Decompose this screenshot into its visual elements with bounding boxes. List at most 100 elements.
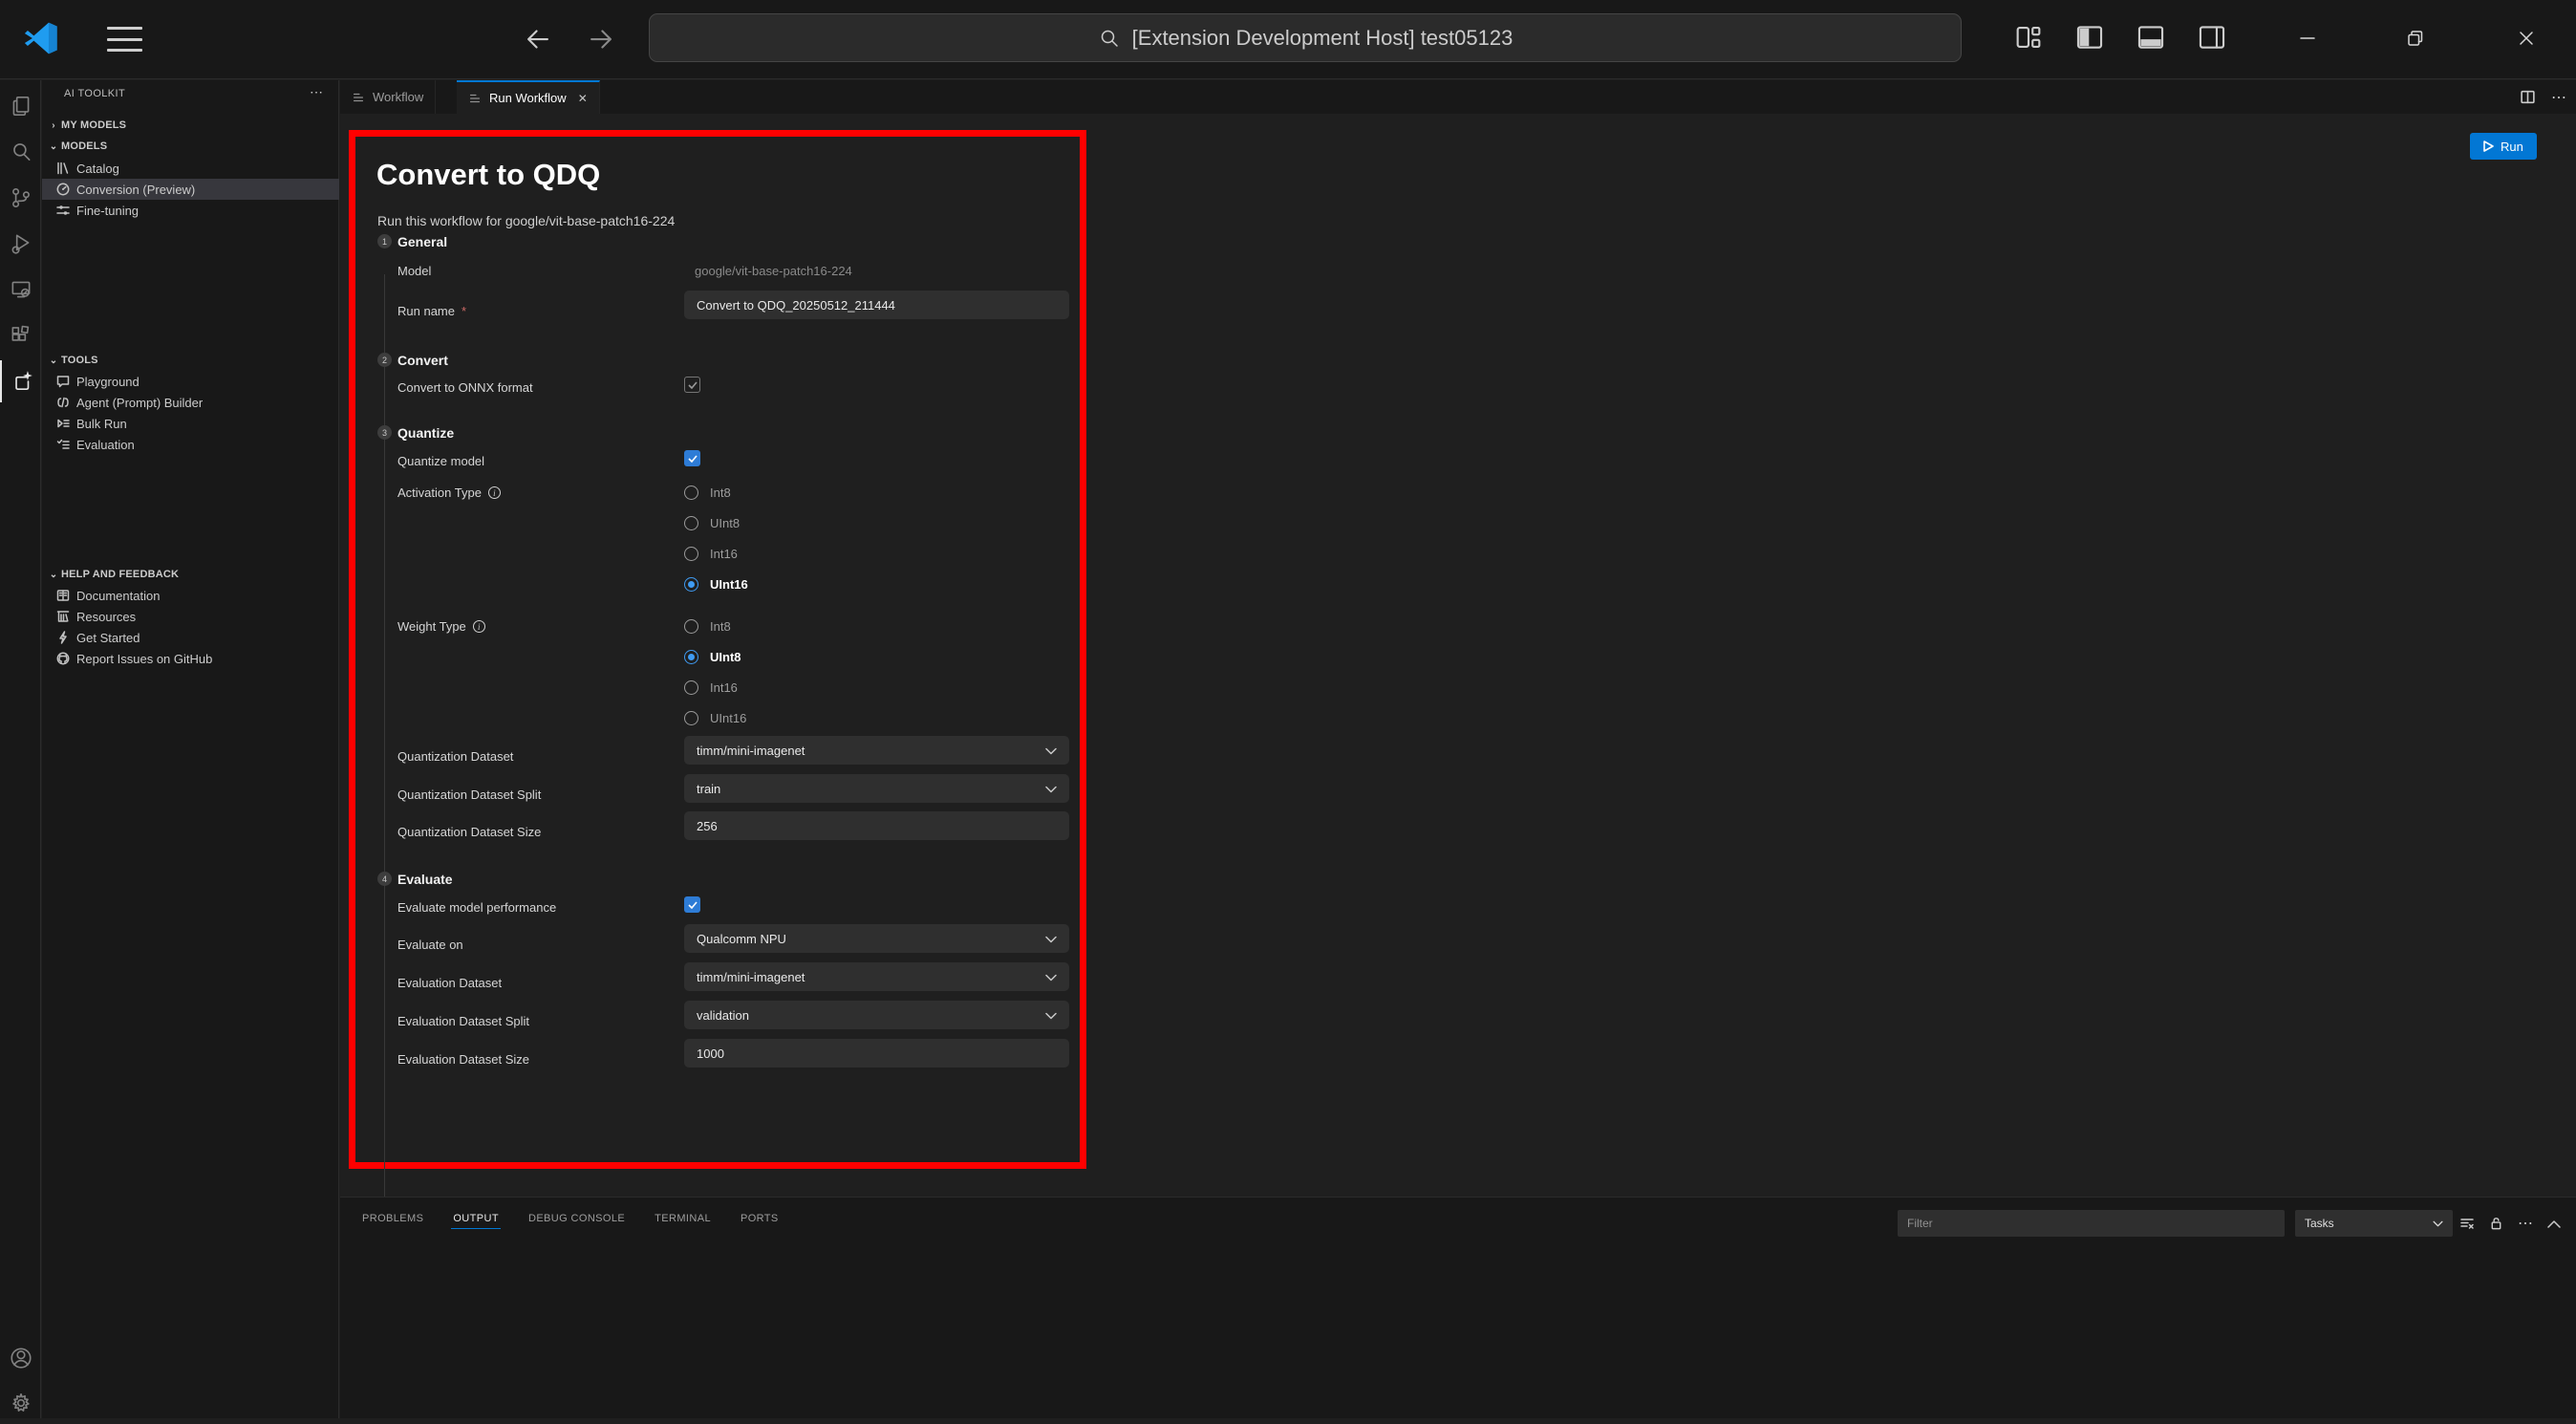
lock-icon[interactable] — [2489, 1216, 2503, 1231]
sidebar-item-evaluation[interactable]: Evaluation — [42, 434, 339, 455]
evaluation-split-select[interactable]: validation — [684, 1001, 1069, 1029]
convert-onnx-label: Convert to ONNX format — [397, 380, 533, 395]
section-tools[interactable]: ⌄ TOOLS — [42, 350, 339, 371]
remote-explorer-icon[interactable] — [0, 269, 41, 311]
chevron-down-icon — [1045, 932, 1057, 946]
back-arrow-icon[interactable] — [522, 23, 554, 55]
evaluate-on-select[interactable]: Qualcomm NPU — [684, 924, 1069, 953]
menu-icon[interactable] — [107, 27, 142, 52]
evaluation-size-input[interactable] — [684, 1039, 1069, 1068]
customize-layout-icon[interactable] — [2012, 21, 2045, 54]
output-filter-input[interactable] — [1898, 1210, 2285, 1237]
weight-option-uint8[interactable]: UInt8 — [684, 650, 741, 664]
tab-workflow[interactable]: Workflow — [340, 80, 436, 114]
editor-content: Run Convert to QDQ Run this workflow for… — [340, 114, 2576, 1197]
weight-option-int8[interactable]: Int8 — [684, 619, 731, 634]
run-debug-icon[interactable] — [0, 223, 41, 265]
info-icon[interactable]: i — [488, 486, 501, 499]
sidebar-item-bulk-run[interactable]: Bulk Run — [42, 413, 339, 434]
code-icon — [55, 395, 71, 410]
quantize-model-checkbox[interactable] — [684, 450, 700, 466]
panel-tab-output[interactable]: OUTPUT — [451, 1209, 501, 1229]
stepper-line — [384, 274, 385, 1230]
vscode-logo — [23, 20, 59, 56]
bottom-panel: PROBLEMS OUTPUT DEBUG CONSOLE TERMINAL P… — [340, 1197, 2576, 1418]
command-center-search[interactable]: [Extension Development Host] test05123 — [649, 13, 1962, 62]
sidebar-item-report-issues[interactable]: Report Issues on GitHub — [42, 648, 339, 669]
close-window-button[interactable] — [2483, 0, 2569, 76]
toggle-panel-icon[interactable] — [2135, 21, 2167, 54]
forward-arrow-icon[interactable] — [585, 23, 617, 55]
sidebar-item-fine-tuning[interactable]: Fine-tuning — [42, 200, 339, 221]
search-view-icon[interactable] — [0, 131, 41, 173]
tab-run-workflow[interactable]: Run Workflow ✕ — [457, 80, 600, 114]
quantization-dataset-select[interactable]: timm/mini-imagenet — [684, 736, 1069, 765]
run-all-icon — [55, 416, 71, 431]
section-my-models[interactable]: › MY MODELS — [42, 115, 339, 136]
sidebar-item-documentation[interactable]: Documentation — [42, 585, 339, 606]
evaluation-dataset-select[interactable]: timm/mini-imagenet — [684, 962, 1069, 991]
sidebar-item-get-started[interactable]: Get Started — [42, 627, 339, 648]
sidebar-item-conversion[interactable]: Conversion (Preview) — [42, 179, 339, 200]
lightning-icon — [55, 630, 71, 645]
chevron-down-icon — [1045, 970, 1057, 984]
highlight-rectangle: Convert to QDQ Run this workflow for goo… — [349, 130, 1086, 1169]
toggle-secondary-sidebar-icon[interactable] — [2196, 21, 2228, 54]
weight-option-uint16[interactable]: UInt16 — [684, 711, 746, 725]
toggle-primary-sidebar-icon[interactable] — [2073, 21, 2106, 54]
clear-output-icon[interactable] — [2459, 1216, 2475, 1231]
section-header-convert: Convert — [397, 353, 448, 368]
section-header-quantize: Quantize — [397, 425, 454, 441]
step-badge-1: 1 — [377, 234, 392, 248]
activation-option-uint8[interactable]: UInt8 — [684, 516, 740, 530]
restore-button[interactable] — [2372, 0, 2458, 76]
quantization-dataset-label: Quantization Dataset — [397, 749, 513, 764]
ai-toolkit-icon[interactable] — [0, 360, 41, 402]
check-icon — [688, 381, 698, 389]
explorer-icon[interactable] — [0, 85, 41, 127]
sidebar-ai-toolkit: AI TOOLKIT ⋯ › MY MODELS ⌄ MODELS Catalo… — [42, 80, 339, 1418]
sidebar-item-playground[interactable]: Playground — [42, 371, 339, 392]
output-channel-select[interactable]: Tasks — [2295, 1210, 2453, 1237]
panel-tab-problems[interactable]: PROBLEMS — [360, 1209, 425, 1228]
panel-tab-terminal[interactable]: TERMINAL — [653, 1209, 713, 1228]
activation-option-int16[interactable]: Int16 — [684, 547, 738, 561]
panel-tab-debug-console[interactable]: DEBUG CONSOLE — [526, 1209, 627, 1228]
evaluation-split-label: Evaluation Dataset Split — [397, 1014, 529, 1028]
info-icon[interactable]: i — [473, 620, 485, 633]
sidebar-item-catalog[interactable]: Catalog — [42, 158, 339, 179]
split-editor-icon[interactable] — [2520, 89, 2536, 105]
activation-option-uint16[interactable]: UInt16 — [684, 577, 748, 592]
minimize-button[interactable] — [2265, 0, 2351, 76]
evaluate-performance-checkbox[interactable] — [684, 896, 700, 913]
account-icon[interactable] — [0, 1337, 41, 1379]
source-control-icon[interactable] — [0, 177, 41, 219]
run-name-input[interactable] — [684, 291, 1069, 319]
step-badge-3: 3 — [377, 425, 392, 440]
maximize-panel-icon[interactable] — [2547, 1219, 2561, 1228]
radio-icon — [684, 650, 698, 664]
evaluate-on-label: Evaluate on — [397, 938, 463, 952]
panel-more-actions-icon[interactable]: ⋯ — [2518, 1214, 2533, 1233]
weight-option-int16[interactable]: Int16 — [684, 680, 738, 695]
section-models[interactable]: ⌄ MODELS — [42, 136, 339, 157]
activity-bar — [0, 80, 41, 1418]
close-tab-icon[interactable]: ✕ — [578, 92, 588, 105]
quantization-split-label: Quantization Dataset Split — [397, 788, 541, 802]
radio-icon — [684, 516, 698, 530]
quantization-split-select[interactable]: train — [684, 774, 1069, 803]
section-header-general: General — [397, 234, 447, 249]
run-workflow-button[interactable]: Run — [2470, 133, 2537, 160]
check-icon — [688, 455, 698, 463]
sidebar-item-resources[interactable]: Resources — [42, 606, 339, 627]
quantization-size-input[interactable] — [684, 811, 1069, 840]
sidebar-item-agent-builder[interactable]: Agent (Prompt) Builder — [42, 392, 339, 413]
settings-gear-icon[interactable] — [0, 1382, 41, 1424]
gauge-icon — [55, 182, 71, 197]
activation-option-int8[interactable]: Int8 — [684, 485, 731, 500]
more-actions-icon[interactable]: ⋯ — [310, 84, 323, 100]
panel-tab-ports[interactable]: PORTS — [739, 1209, 781, 1228]
extensions-icon[interactable] — [0, 314, 41, 356]
editor-more-actions-icon[interactable]: ⋯ — [2551, 88, 2566, 107]
section-help-feedback[interactable]: ⌄ HELP AND FEEDBACK — [42, 564, 339, 585]
